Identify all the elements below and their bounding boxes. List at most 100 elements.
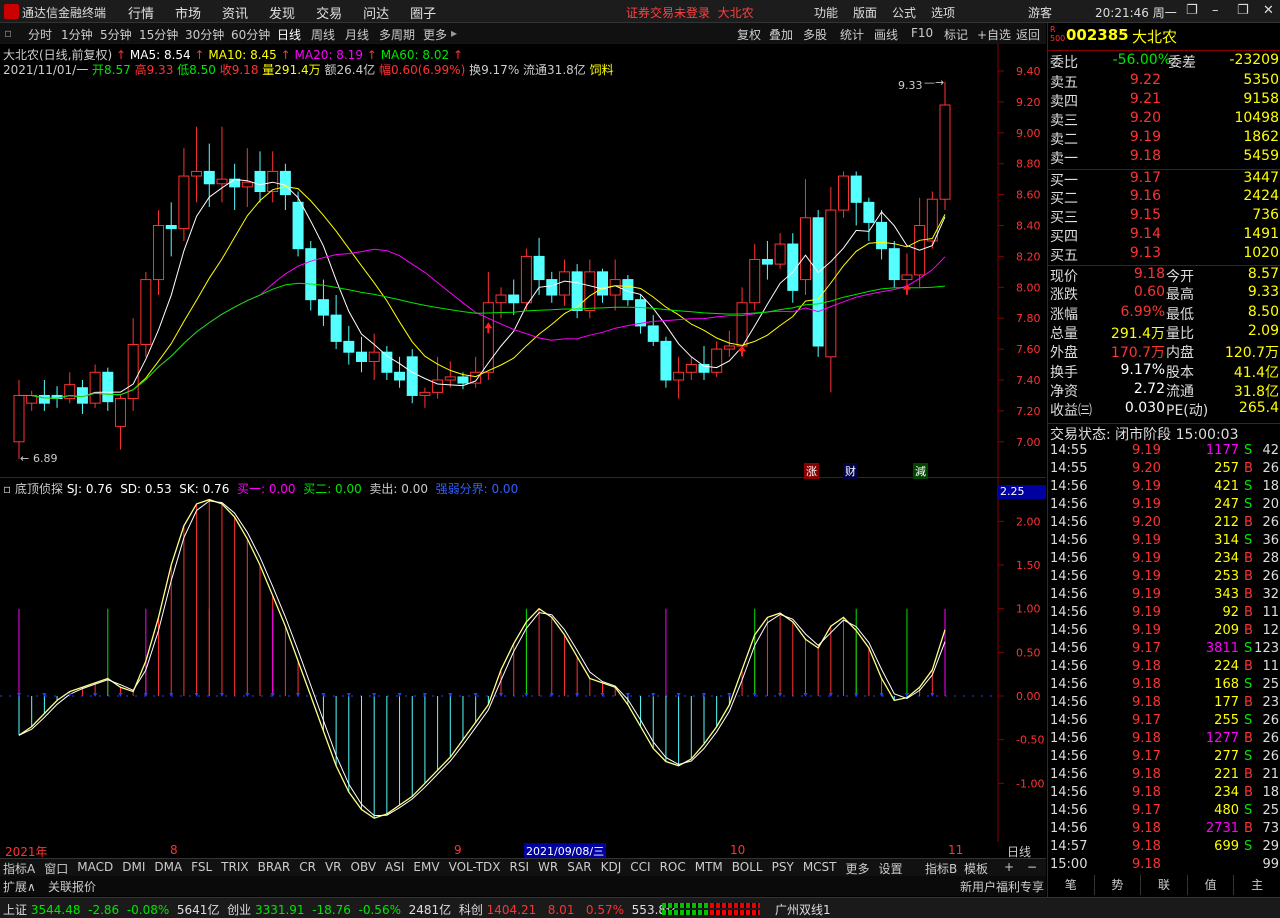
menu-item-formula[interactable]: 公式: [892, 4, 916, 21]
indicator-tab[interactable]: ROC: [660, 860, 686, 877]
period-more[interactable]: 更多: [423, 26, 447, 43]
indicator-tab[interactable]: DMI: [122, 860, 145, 877]
indicator-tab[interactable]: EMV: [413, 860, 439, 877]
guest-login[interactable]: 游客: [1028, 4, 1052, 21]
indicator-tab[interactable]: BOLL: [732, 860, 763, 877]
ohlc-industry[interactable]: 饲料: [590, 63, 614, 77]
candlestick-chart[interactable]: 9.40 9.20 9.00 8.80 8.60 8.40 8.20 8.00 7.80 7.60…: [0, 44, 1046, 479]
panel-tab[interactable]: 笔: [1048, 875, 1095, 895]
indicator-tab[interactable]: WR: [538, 860, 558, 877]
tool-f10[interactable]: F10: [911, 26, 933, 40]
event-reduce-icon[interactable]: 減: [913, 463, 928, 479]
indicator-tab[interactable]: VOL-TDX: [449, 860, 501, 877]
panel-tab[interactable]: 值: [1188, 875, 1235, 895]
indicator-tab[interactable]: DMA: [154, 860, 182, 877]
period-60min[interactable]: 60分钟: [231, 26, 270, 43]
tool-draw[interactable]: 画线: [874, 26, 898, 43]
bid-row[interactable]: 买五 9.13 1020: [1048, 245, 1280, 264]
zoom-in-button[interactable]: +: [1004, 860, 1014, 874]
period-intraday[interactable]: 分时: [28, 26, 52, 43]
bid-row[interactable]: 买三 9.15 736: [1048, 207, 1280, 226]
indicator-tab[interactable]: FSL: [191, 860, 212, 877]
template-tab[interactable]: 模板: [964, 860, 988, 877]
tool-multi-stock[interactable]: 多股: [803, 26, 827, 43]
tool-back[interactable]: 返回: [1016, 26, 1040, 43]
bid-row[interactable]: 买一 9.17 3447: [1048, 169, 1280, 189]
extend-toggle[interactable]: 扩展∧: [3, 878, 36, 895]
tool-stats[interactable]: 统计: [840, 26, 864, 43]
period-monthly[interactable]: 月线: [345, 26, 369, 43]
indicator-tab[interactable]: 更多: [846, 860, 870, 877]
indicator-tab[interactable]: SAR: [567, 860, 591, 877]
collapse-icon[interactable]: ▫: [3, 482, 11, 496]
ask-row[interactable]: 卖五 9.22 5350: [1048, 72, 1280, 91]
zoom-out-button[interactable]: −: [1027, 860, 1037, 874]
ask-row[interactable]: 卖四 9.21 9158: [1048, 91, 1280, 110]
period-multi[interactable]: 多周期: [379, 26, 415, 43]
collapse-icon[interactable]: ▫: [4, 26, 12, 40]
chevron-down-icon[interactable]: ▸: [451, 26, 457, 40]
menu-item-options[interactable]: 选项: [931, 4, 955, 21]
tool-adjust[interactable]: 复权: [737, 26, 761, 43]
promo-link[interactable]: 新用户福利专享: [960, 878, 1044, 895]
ask-row[interactable]: 卖三 9.20 10498: [1048, 110, 1280, 129]
indicator-tab[interactable]: VR: [325, 860, 342, 877]
period-15min[interactable]: 15分钟: [139, 26, 178, 43]
server-line[interactable]: 广州双线1: [775, 901, 831, 918]
event-finance-icon[interactable]: 财: [843, 463, 858, 479]
ask-row[interactable]: 卖一 9.18 5459: [1048, 148, 1280, 167]
indicator-tab[interactable]: MTM: [695, 860, 723, 877]
period-30min[interactable]: 30分钟: [185, 26, 224, 43]
indicator-tab[interactable]: MCST: [803, 860, 837, 877]
indicator-tab[interactable]: CCI: [630, 860, 650, 877]
indicator-tab[interactable]: KDJ: [601, 860, 622, 877]
period-5min[interactable]: 5分钟: [100, 26, 132, 43]
menu-item-news[interactable]: 资讯: [222, 3, 248, 22]
period-1min[interactable]: 1分钟: [61, 26, 93, 43]
restore-icon[interactable]: ❐: [1186, 3, 1198, 18]
tool-mark[interactable]: 标记: [944, 26, 968, 43]
related-quotes-tab[interactable]: 关联报价: [48, 878, 96, 895]
indicator-tab[interactable]: OBV: [351, 860, 377, 877]
ask-row[interactable]: 卖二 9.19 1862: [1048, 129, 1280, 148]
menu-item-trade[interactable]: 交易: [316, 3, 342, 22]
menu-item-circle[interactable]: 圈子: [410, 3, 436, 22]
tool-overlay[interactable]: 叠加: [769, 26, 793, 43]
close-icon[interactable]: ✕: [1263, 3, 1274, 18]
kc-value: 1404.21: [486, 903, 537, 917]
menu-item-market[interactable]: 市场: [175, 3, 201, 22]
index-ticker[interactable]: 上证 3544.48 -2.86 -0.08% 5641亿 创业 3331.91…: [3, 901, 678, 918]
tool-add-favorite[interactable]: +自选: [977, 26, 1011, 43]
indicator-tab[interactable]: TRIX: [221, 860, 248, 877]
event-limit-up-icon[interactable]: 涨: [804, 463, 819, 479]
indicator-b-tab[interactable]: 指标B: [925, 860, 957, 877]
menu-item-function[interactable]: 功能: [814, 4, 838, 21]
menu-item-ask[interactable]: 问达: [363, 3, 389, 22]
minimize-icon[interactable]: –: [1212, 3, 1219, 18]
panel-tab[interactable]: 势: [1095, 875, 1142, 895]
indicator-tab[interactable]: 设置: [879, 860, 903, 877]
indicator-tab[interactable]: PSY: [772, 860, 794, 877]
indicator-name[interactable]: 底顶侦探: [15, 482, 63, 496]
indicator-tab[interactable]: MACD: [77, 860, 113, 877]
indicator-tab[interactable]: ASI: [385, 860, 404, 877]
ma20-label: MA20: 8.19: [294, 48, 363, 62]
panel-tab[interactable]: 联: [1141, 875, 1188, 895]
maximize-icon[interactable]: ❐: [1237, 3, 1249, 18]
period-daily[interactable]: 日线: [277, 26, 301, 43]
bid-row[interactable]: 买四 9.14 1491: [1048, 226, 1280, 245]
indicator-chart[interactable]: 2.00 1.50 1.00 0.50 0.00 -0.50 -1.00 ▫ 底顶侦探 SJ…: [0, 478, 1046, 858]
trade-login-warning[interactable]: 证券交易未登录 大北农: [626, 4, 754, 21]
bid-row[interactable]: 买二 9.16 2424: [1048, 188, 1280, 207]
indicator-tab[interactable]: 指标A: [3, 860, 35, 877]
menu-item-quotes[interactable]: 行情: [128, 3, 154, 22]
menu-item-discover[interactable]: 发现: [269, 3, 295, 22]
indicator-tab[interactable]: CR: [299, 860, 316, 877]
indicator-tab[interactable]: 窗口: [44, 860, 68, 877]
stat-value: 291.4万: [1110, 325, 1165, 342]
indicator-tab[interactable]: BRAR: [258, 860, 291, 877]
indicator-tab[interactable]: RSI: [510, 860, 530, 877]
panel-tab[interactable]: 主: [1234, 875, 1280, 895]
menu-item-layout[interactable]: 版面: [853, 4, 877, 21]
period-weekly[interactable]: 周线: [311, 26, 335, 43]
